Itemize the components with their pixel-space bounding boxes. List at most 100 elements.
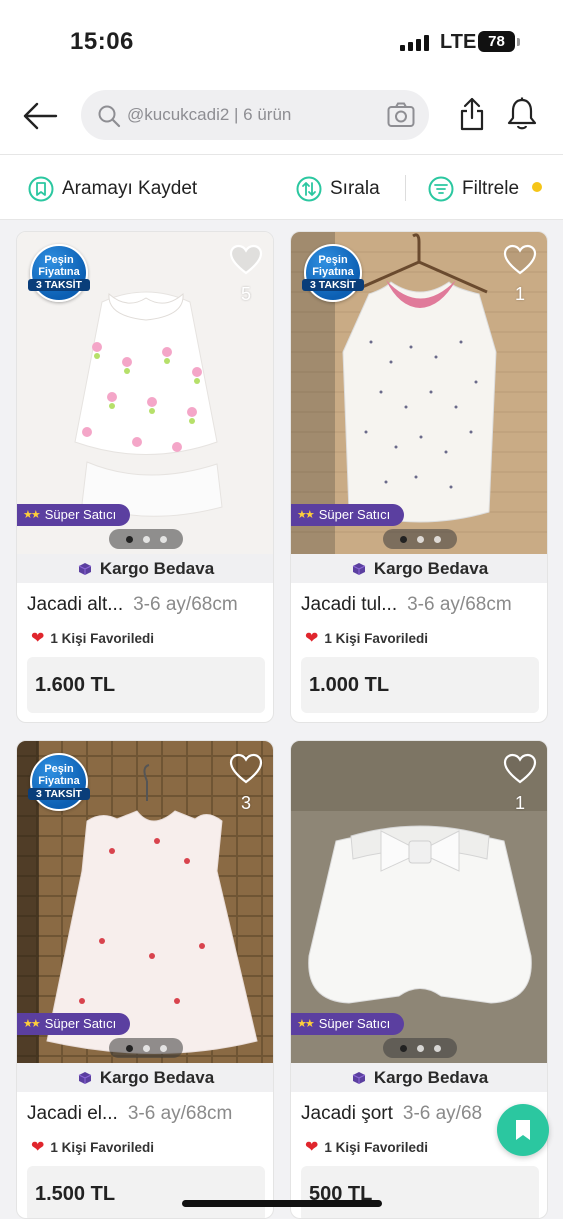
product-card[interactable]: Peşin Fiyatına 3 TAKSİT 5 ★★ Süper Satıcı… <box>16 231 274 723</box>
favorites-label: 1 Kişi Favoriledi <box>50 630 154 646</box>
product-card[interactable]: Peşin Fiyatına 3 TAKSİT 3 ★★ Süper Satıcı… <box>16 740 274 1219</box>
bookmark-icon <box>516 1120 530 1140</box>
filter-active-dot <box>532 182 542 192</box>
filter-label: Filtrele <box>462 178 520 199</box>
carousel-dots[interactable] <box>109 1038 183 1058</box>
product-title: Jacadi el... <box>27 1103 118 1124</box>
carousel-dots[interactable] <box>383 1038 457 1058</box>
taksit-line1: Peşin <box>318 254 348 266</box>
favorite-count: 3 <box>240 793 251 813</box>
filter-icon <box>428 176 454 202</box>
signal-icon <box>400 35 430 51</box>
save-search-label: Aramayı Kaydet <box>62 178 198 199</box>
red-heart-icon: ❤ <box>31 1139 45 1156</box>
product-size: 3-6 ay/68 <box>402 1103 483 1124</box>
free-shipping-label: Kargo Bedava <box>99 558 215 578</box>
favorites-info: ❤ 1 Kişi Favoriledi <box>305 628 428 648</box>
product-size: 3-6 ay/68cm <box>133 594 238 615</box>
super-seller-badge: ★★ Süper Satıcı <box>291 504 405 526</box>
red-heart-icon: ❤ <box>305 1139 319 1156</box>
free-shipping-bar: Kargo Bedava <box>17 554 273 583</box>
search-placeholder: @kucukcadi2 | 6 ürün <box>127 105 292 124</box>
product-price: 1.500 TL <box>27 1166 265 1218</box>
super-seller-badge: ★★ Süper Satıcı <box>291 1013 405 1035</box>
taksit-badge: Peşin Fiyatına 3 TAKSİT <box>28 753 90 811</box>
super-seller-label: Süper Satıcı <box>44 507 117 522</box>
super-seller-label: Süper Satıcı <box>318 507 391 522</box>
product-title: Jacadi şort <box>301 1103 393 1124</box>
favorite-count: 5 <box>240 284 251 304</box>
status-bar: 15:06 LTE 78 <box>0 0 563 78</box>
product-price: 1.000 TL <box>301 657 539 713</box>
status-time: 15:06 <box>70 28 134 55</box>
saved-items-fab[interactable] <box>497 1104 549 1156</box>
product-title-row[interactable]: Jacadi el... 3-6 ay/68cm <box>27 1103 271 1131</box>
header: @kucukcadi2 | 6 ürün <box>0 78 563 154</box>
taksit-line1: Peşin <box>44 254 74 266</box>
product-size: 3-6 ay/68cm <box>127 1103 233 1124</box>
sort-button[interactable]: Sırala <box>296 175 380 203</box>
product-photo[interactable]: Peşin Fiyatına 3 TAKSİT 5 ★★ Süper Satıcı <box>17 232 273 554</box>
favorites-label: 1 Kişi Favoriledi <box>324 630 428 646</box>
save-search-button[interactable]: Aramayı Kaydet <box>28 175 197 203</box>
taksit-line3: 3 TAKSİT <box>28 788 90 800</box>
super-seller-label: Süper Satıcı <box>44 1016 117 1031</box>
free-shipping-bar: Kargo Bedava <box>291 1063 547 1092</box>
favorites-label: 1 Kişi Favoriledi <box>50 1139 154 1155</box>
stars-icon: ★★ <box>297 509 315 521</box>
stars-icon: ★★ <box>23 1018 41 1030</box>
network-label: LTE <box>440 31 477 53</box>
taksit-line1: Peşin <box>44 763 74 775</box>
heart-icon[interactable] <box>229 753 263 785</box>
box-icon <box>352 562 366 575</box>
carousel-dots[interactable] <box>383 529 457 549</box>
notifications-button[interactable] <box>506 96 538 132</box>
toolbar-divider <box>405 175 406 201</box>
product-title: Jacadi alt... <box>27 594 124 615</box>
super-seller-badge: ★★ Süper Satıcı <box>17 1013 131 1035</box>
box-icon <box>78 1071 92 1084</box>
taksit-line2: Fiyatına <box>312 266 354 278</box>
stars-icon: ★★ <box>297 1018 315 1030</box>
taksit-line3: 3 TAKSİT <box>302 279 364 291</box>
red-heart-icon: ❤ <box>31 630 45 647</box>
box-icon <box>352 1071 366 1084</box>
free-shipping-bar: Kargo Bedava <box>17 1063 273 1092</box>
carousel-dots[interactable] <box>109 529 183 549</box>
battery-icon: 78 <box>478 31 515 52</box>
free-shipping-label: Kargo Bedava <box>99 1067 215 1087</box>
product-price: 1.600 TL <box>27 657 265 713</box>
filter-button[interactable]: Filtrele <box>428 175 519 203</box>
product-title-row[interactable]: Jacadi alt... 3-6 ay/68cm <box>27 594 271 622</box>
red-heart-icon: ❤ <box>305 630 319 647</box>
back-arrow-icon <box>23 102 58 130</box>
product-title-row[interactable]: Jacadi tul... 3-6 ay/68cm <box>301 594 545 622</box>
product-card[interactable]: Peşin Fiyatına 3 TAKSİT 1 ★★ Süper Satıcı… <box>290 231 548 723</box>
heart-icon[interactable] <box>503 753 537 785</box>
search-icon <box>98 105 121 128</box>
free-shipping-label: Kargo Bedava <box>373 1067 489 1087</box>
product-size: 3-6 ay/68cm <box>407 594 512 615</box>
sort-label: Sırala <box>330 178 380 199</box>
camera-icon[interactable] <box>387 102 415 128</box>
product-photo[interactable]: Peşin Fiyatına 3 TAKSİT 3 ★★ Süper Satıcı <box>17 741 273 1063</box>
super-seller-badge: ★★ Süper Satıcı <box>17 504 131 526</box>
product-photo[interactable]: Peşin Fiyatına 3 TAKSİT 1 ★★ Süper Satıcı <box>291 232 547 554</box>
heart-icon[interactable] <box>503 244 537 276</box>
taksit-line3: 3 TAKSİT <box>28 279 90 291</box>
share-button[interactable] <box>456 96 488 132</box>
heart-icon[interactable] <box>229 244 263 276</box>
sort-icon <box>296 176 322 202</box>
share-icon <box>460 97 484 131</box>
product-price: 500 TL <box>301 1166 539 1218</box>
back-button[interactable] <box>20 96 60 136</box>
toolbar: Aramayı Kaydet Sırala Filtrele <box>0 154 563 220</box>
product-photo[interactable]: 1 ★★ Süper Satıcı <box>291 741 547 1063</box>
battery-nub <box>517 38 520 46</box>
search-input[interactable]: @kucukcadi2 | 6 ürün <box>81 90 429 140</box>
taksit-line2: Fiyatına <box>38 266 80 278</box>
taksit-badge: Peşin Fiyatına 3 TAKSİT <box>28 244 90 302</box>
taksit-badge: Peşin Fiyatına 3 TAKSİT <box>302 244 364 302</box>
home-indicator[interactable] <box>182 1200 382 1207</box>
free-shipping-bar: Kargo Bedava <box>291 554 547 583</box>
